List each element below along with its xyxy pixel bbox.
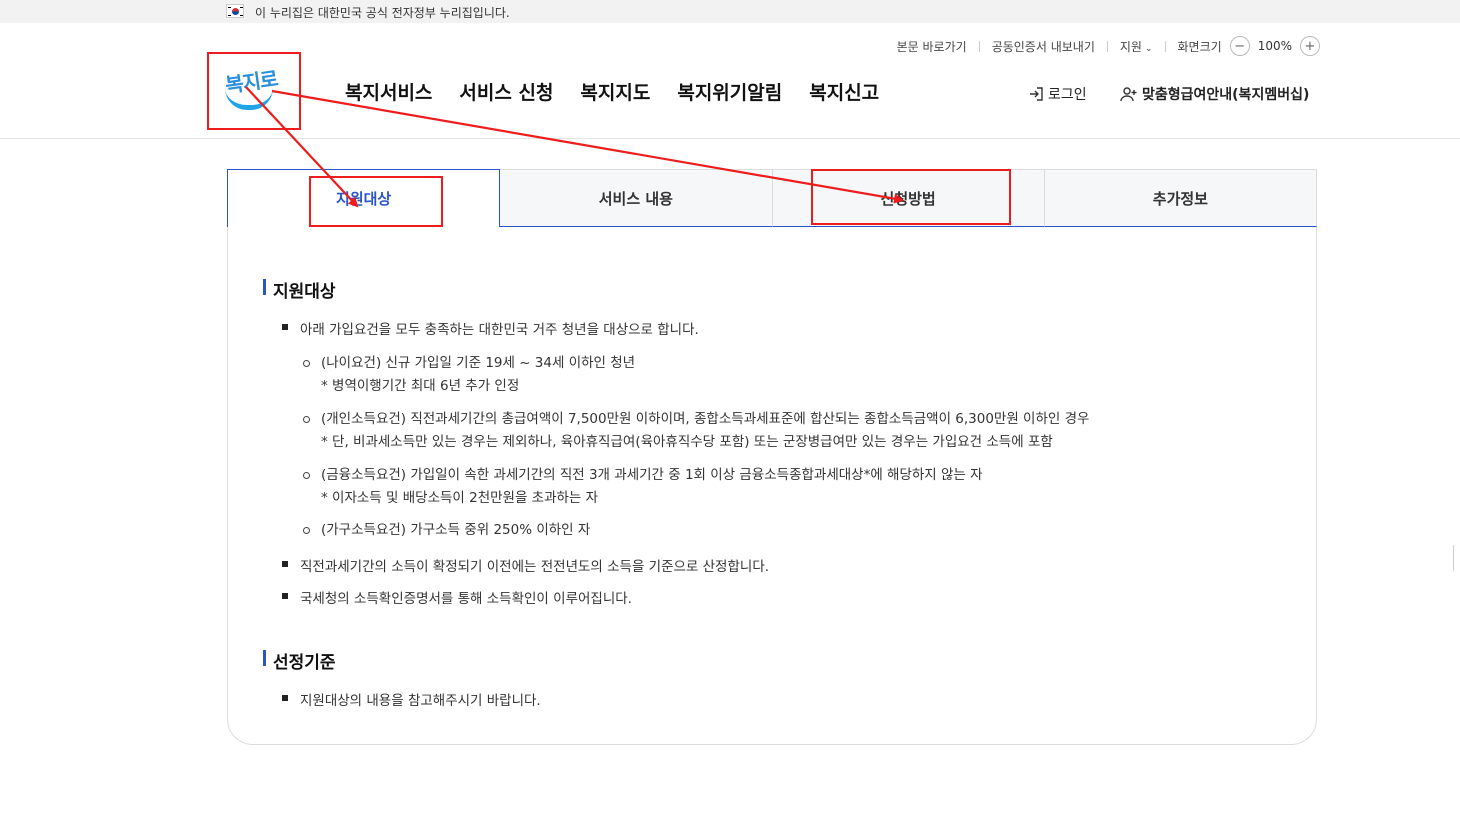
list-item-text: 국세청의 소득확인증명서를 통해 소득확인이 이루어집니다. <box>300 591 632 607</box>
gov-banner: 이 누리집은 대한민국 공식 전자정부 누리집입니다. <box>0 0 1460 23</box>
list-item-text: 지원대상의 내용을 참고해주시기 바랍니다. <box>300 693 541 709</box>
zoom-level: 100% <box>1257 39 1292 53</box>
list-item-text: 아래 가입요건을 모두 충족하는 대한민국 거주 청년을 대상으로 합니다. <box>300 322 699 338</box>
scroll-edge <box>1453 545 1460 571</box>
login-icon <box>1030 87 1043 101</box>
gnb-welfare-service[interactable]: 복지서비스 <box>345 78 432 105</box>
content-card <box>227 169 1317 745</box>
square-bullet-icon <box>282 695 288 701</box>
tab-additional-info[interactable]: 추가정보 <box>1044 169 1317 227</box>
gnb-crisis-alert[interactable]: 복지위기알림 <box>677 78 782 105</box>
circle-bullet-icon <box>303 472 310 479</box>
list-item: 아래 가입요건을 모두 충족하는 대한민국 거주 청년을 대상으로 합니다. <box>282 318 699 338</box>
support-dropdown[interactable]: 지원 ⌄ <box>1108 38 1165 55</box>
gnb-service-apply[interactable]: 서비스 신청 <box>459 78 553 105</box>
annotation-box-eligibility-tab <box>309 176 443 227</box>
sub-item-note: * 단, 비과세소득만 있는 경우는 제외하나, 육아휴직급여(육아휴직수당 포… <box>321 434 1053 450</box>
login-label: 로그인 <box>1048 87 1087 103</box>
main-navigation: 복지서비스 서비스 신청 복지지도 복지위기알림 복지신고 <box>345 78 906 105</box>
sub-item-line: (가구소득요건) 가구소득 중위 250% 이하인 자 <box>321 522 591 538</box>
zoom-in-button[interactable]: + <box>1300 36 1320 56</box>
circle-bullet-icon <box>303 416 310 423</box>
annotation-box-apply-tab <box>811 169 1011 225</box>
sub-item-note: * 병역이행기간 최대 6년 추가 인정 <box>321 378 520 394</box>
login-button[interactable]: 로그인 <box>1028 84 1087 104</box>
membership-button[interactable]: 맞춤형급여안내(복지멤버십) <box>1120 84 1309 104</box>
gnb-welfare-report[interactable]: 복지신고 <box>809 78 879 105</box>
sub-list-item: (개인소득요건) 직전과세기간의 총급여액이 7,500만원 이하이며, 종합소… <box>303 408 1089 454</box>
sub-item-line: (개인소득요건) 직전과세기간의 총급여액이 7,500만원 이하이며, 종합소… <box>321 411 1090 427</box>
section-title-eligibility: 지원대상 <box>263 277 336 302</box>
sub-item-line: (금융소득요건) 가입일이 속한 과세기간의 직전 3개 과세기간 중 1회 이… <box>321 467 983 483</box>
utility-bar: 본문 바로가기 공동인증서 내보내기 지원 ⌄ 화면크기 − 100% + <box>885 36 1320 56</box>
gov-banner-text: 이 누리집은 대한민국 공식 전자정부 누리집입니다. <box>255 6 510 20</box>
tab-service-content[interactable]: 서비스 내용 <box>500 169 773 227</box>
sub-list-item: (금융소득요건) 가입일이 속한 과세기간의 직전 3개 과세기간 중 1회 이… <box>303 464 983 510</box>
sub-list-item: (가구소득요건) 가구소득 중위 250% 이하인 자 <box>303 519 590 542</box>
list-item: 지원대상의 내용을 참고해주시기 바랍니다. <box>282 689 541 709</box>
skip-to-content-link[interactable]: 본문 바로가기 <box>885 38 979 55</box>
user-plus-icon <box>1120 87 1137 102</box>
cert-export-link[interactable]: 공동인증서 내보내기 <box>980 38 1107 55</box>
list-item-text: 직전과세기간의 소득이 확정되기 이전에는 전전년도의 소득을 기준으로 산정합… <box>300 559 770 575</box>
annotation-box-logo <box>207 52 301 130</box>
support-label: 지원 <box>1119 39 1142 54</box>
membership-label: 맞춤형급여안내(복지멤버십) <box>1142 87 1310 103</box>
sub-list-item: (나이요건) 신규 가입일 기준 19세 ~ 34세 이하인 청년 * 병역이행… <box>303 352 635 398</box>
square-bullet-icon <box>282 593 288 599</box>
circle-bullet-icon <box>303 360 310 367</box>
korea-flag-icon <box>226 4 244 18</box>
circle-bullet-icon <box>303 527 310 534</box>
header-divider <box>0 138 1460 139</box>
screen-size-label: 화면크기 <box>1177 39 1222 54</box>
sub-item-line: (나이요건) 신규 가입일 기준 19세 ~ 34세 이하인 청년 <box>321 355 636 371</box>
gnb-welfare-map[interactable]: 복지지도 <box>580 78 650 105</box>
chevron-down-icon: ⌄ <box>1144 43 1153 54</box>
square-bullet-icon <box>282 324 288 330</box>
list-item: 직전과세기간의 소득이 확정되기 이전에는 전전년도의 소득을 기준으로 산정합… <box>282 555 769 575</box>
sub-item-note: * 이자소득 및 배당소득이 2천만원을 초과하는 자 <box>321 490 599 506</box>
section-title-selection: 선정기준 <box>263 648 336 673</box>
square-bullet-icon <box>282 561 288 567</box>
list-item: 국세청의 소득확인증명서를 통해 소득확인이 이루어집니다. <box>282 587 632 607</box>
zoom-out-button[interactable]: − <box>1229 36 1250 56</box>
